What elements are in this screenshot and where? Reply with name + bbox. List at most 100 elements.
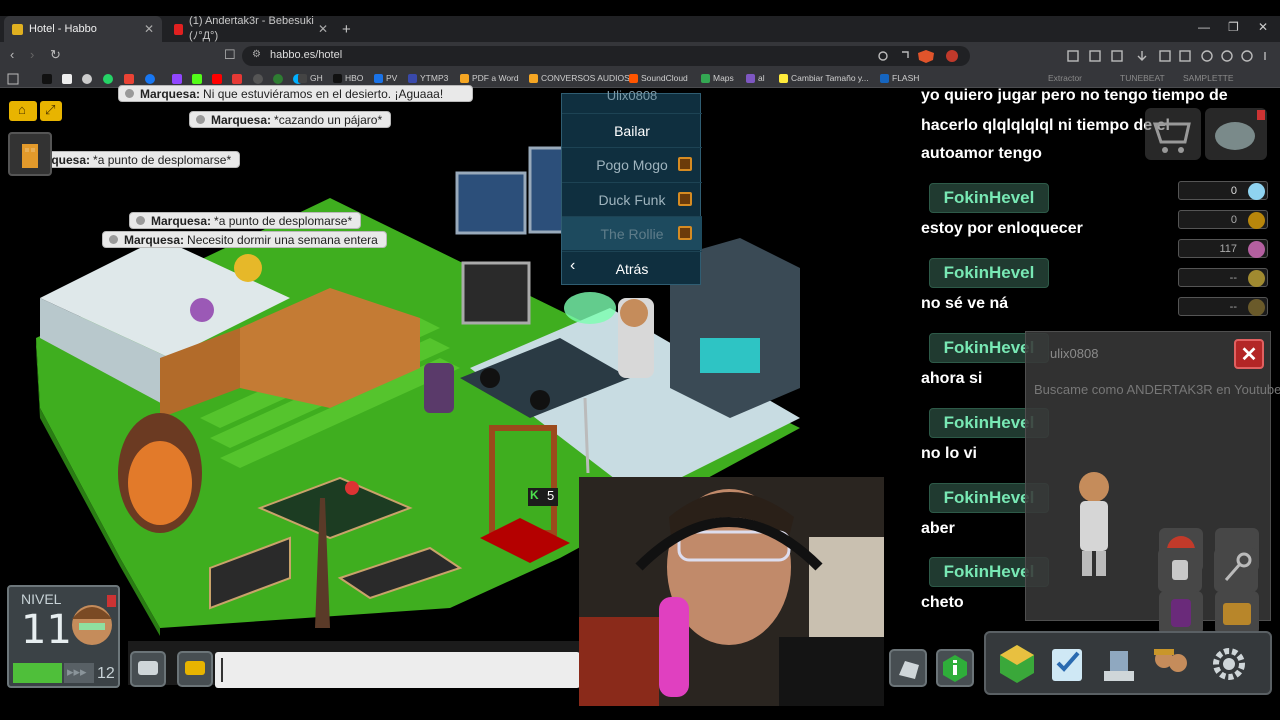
url-action-icons[interactable]	[878, 48, 962, 64]
room-settings-button[interactable]	[8, 132, 52, 176]
dance-menu: Ulix0808 Bailar Pogo Mogo Duck Funk The …	[561, 88, 702, 285]
room-chat-bubble: Marquesa: Ni que estuviéramos en el desie…	[118, 85, 473, 102]
level-label: NIVEL	[21, 591, 62, 607]
building-icon	[1104, 651, 1134, 681]
bookmark-favicon-icon	[333, 73, 342, 83]
bookmark-al[interactable]: al	[746, 73, 765, 83]
gear-icon	[1213, 648, 1245, 680]
close-button[interactable]: ✕	[1234, 339, 1264, 369]
bookmark-favicons[interactable]	[6, 73, 306, 85]
level-value: 11	[21, 607, 72, 653]
profile-avatar	[1079, 472, 1109, 576]
maximize-button[interactable]: ❐	[1228, 20, 1239, 34]
expand-icon: ⤢	[45, 102, 56, 117]
navigator-button[interactable]	[889, 649, 927, 687]
room-info-toggle[interactable]	[936, 649, 974, 687]
window-close-button[interactable]: ✕	[1258, 20, 1268, 34]
dance-back-button[interactable]: ‹ Atrás	[562, 251, 702, 285]
bookmark-gh[interactable]: GH	[298, 73, 323, 83]
dance-item-duck-funk[interactable]: Duck Funk	[562, 182, 702, 216]
chat-text: hacerlo qlqlqlqlql ni tiempo de el	[921, 117, 1170, 134]
catalog-button[interactable]	[1044, 641, 1090, 687]
credits-counter[interactable]: 0	[1178, 210, 1268, 229]
tab-close-icon[interactable]: ✕	[144, 22, 154, 36]
new-tab-button[interactable]: +	[334, 16, 354, 42]
shop-button[interactable]	[1145, 108, 1201, 160]
currency-icon	[1248, 299, 1265, 316]
arrows-icon: ▸▸▸	[67, 664, 87, 679]
bookmark-conversos[interactable]: CONVERSOS AUDIOS	[529, 73, 630, 83]
settings-button[interactable]	[1206, 641, 1252, 687]
url-field[interactable]: ⚙ habbo.es/hotel	[242, 46, 970, 66]
chat-username: FokinHevel	[929, 183, 1049, 213]
chat-bubbles-icon	[138, 661, 158, 675]
currency-counter[interactable]: --	[1178, 297, 1268, 316]
bookmark-hbo[interactable]: HBO	[333, 73, 363, 83]
dance-item-pogo-mogo[interactable]: Pogo Mogo	[562, 147, 702, 181]
chat-text: autoamor tengo	[921, 145, 1042, 162]
lamp	[564, 292, 616, 324]
wall-picture	[528, 146, 566, 234]
bookmark-favicon-icon	[746, 73, 755, 83]
bookmark-icon[interactable]: ☐	[224, 47, 236, 63]
bookmark-soundcloud[interactable]: SoundCloud	[629, 73, 688, 83]
text-cursor	[221, 658, 223, 682]
crown	[190, 298, 214, 322]
extension-icons[interactable]	[1062, 48, 1272, 64]
bookmark-pdf-a-word[interactable]: PDF a Word	[460, 73, 519, 83]
hand-icon	[899, 661, 919, 679]
site-info-icon[interactable]: ⚙	[252, 49, 261, 60]
webcam-overlay	[579, 477, 884, 706]
habbo-client[interactable]: Marquesa: Ni que estuviéramos en el desie…	[0, 85, 1280, 720]
crown	[234, 254, 262, 282]
ducket-icon	[1248, 241, 1265, 258]
wallet-button[interactable]	[1205, 108, 1267, 160]
dance-item-the-rollie[interactable]: The Rollie	[562, 216, 702, 250]
currency-counter[interactable]: --	[1178, 268, 1268, 287]
cup-badge-icon	[1172, 560, 1188, 580]
badge-slot[interactable]	[1158, 548, 1202, 592]
wall-shelf	[461, 261, 531, 325]
address-bar-row: ‹ › ↻ ☐ ⚙ habbo.es/hotel	[0, 42, 1280, 70]
builder-button[interactable]	[1096, 641, 1142, 687]
duckets-counter[interactable]: 117	[1178, 239, 1268, 258]
chat-text: ahora si	[921, 370, 983, 387]
diamonds-counter[interactable]: 0	[1178, 181, 1268, 200]
forward-icon[interactable]: ›	[30, 47, 34, 62]
screen: Hotel - Habbo ✕ (1) Andertak3r - Bebesuk…	[0, 0, 1280, 720]
badge-slot[interactable]	[1159, 591, 1203, 635]
chat-text: no lo vi	[921, 445, 977, 462]
youtube-favicon-icon	[174, 23, 184, 35]
chat-input[interactable]	[215, 652, 580, 688]
office-chair	[424, 363, 454, 413]
chat-text: cheto	[921, 594, 964, 611]
dance-item-bailar[interactable]: Bailar	[562, 113, 702, 147]
room-info-button[interactable]: ⌂	[9, 101, 37, 121]
chat-text: estoy por enloquecer	[921, 220, 1083, 237]
tab-habbo[interactable]: Hotel - Habbo ✕	[4, 16, 162, 42]
badge-slot[interactable]	[1214, 548, 1258, 592]
tab-title: Hotel - Habbo	[29, 23, 97, 35]
back-icon[interactable]: ‹	[10, 47, 14, 62]
tab-youtube[interactable]: (1) Andertak3r - Bebesuki (ﾉ°Д°) ✕	[166, 15, 336, 42]
building-icon	[22, 144, 38, 168]
friends-button[interactable]	[1148, 641, 1194, 687]
cube-icon	[1000, 645, 1034, 683]
coin-icon	[1248, 212, 1265, 229]
minimize-button[interactable]: —	[1198, 20, 1210, 34]
bookmark-pv[interactable]: PV	[374, 73, 397, 83]
next-level: 12	[97, 665, 115, 682]
bookmark-cambiar[interactable]: Cambiar Tamaño y...	[779, 73, 869, 83]
streamer-webcam-image	[579, 477, 884, 706]
tab-close-icon[interactable]: ✕	[318, 22, 328, 36]
chat-style-button[interactable]	[177, 651, 213, 687]
chat-history-button[interactable]	[130, 651, 166, 687]
badge-slot[interactable]	[1215, 591, 1259, 635]
reload-icon[interactable]: ↻	[50, 47, 61, 63]
bookmark-flash[interactable]: FLASH	[880, 73, 919, 83]
bookmark-ytmp3[interactable]: YTMP3	[408, 73, 448, 83]
home-button[interactable]	[994, 641, 1040, 687]
bookmark-maps[interactable]: Maps	[701, 73, 734, 83]
level-panel[interactable]: NIVEL 11 ▸▸▸ 12	[7, 585, 120, 688]
zoom-button[interactable]: ⤢	[40, 101, 62, 121]
